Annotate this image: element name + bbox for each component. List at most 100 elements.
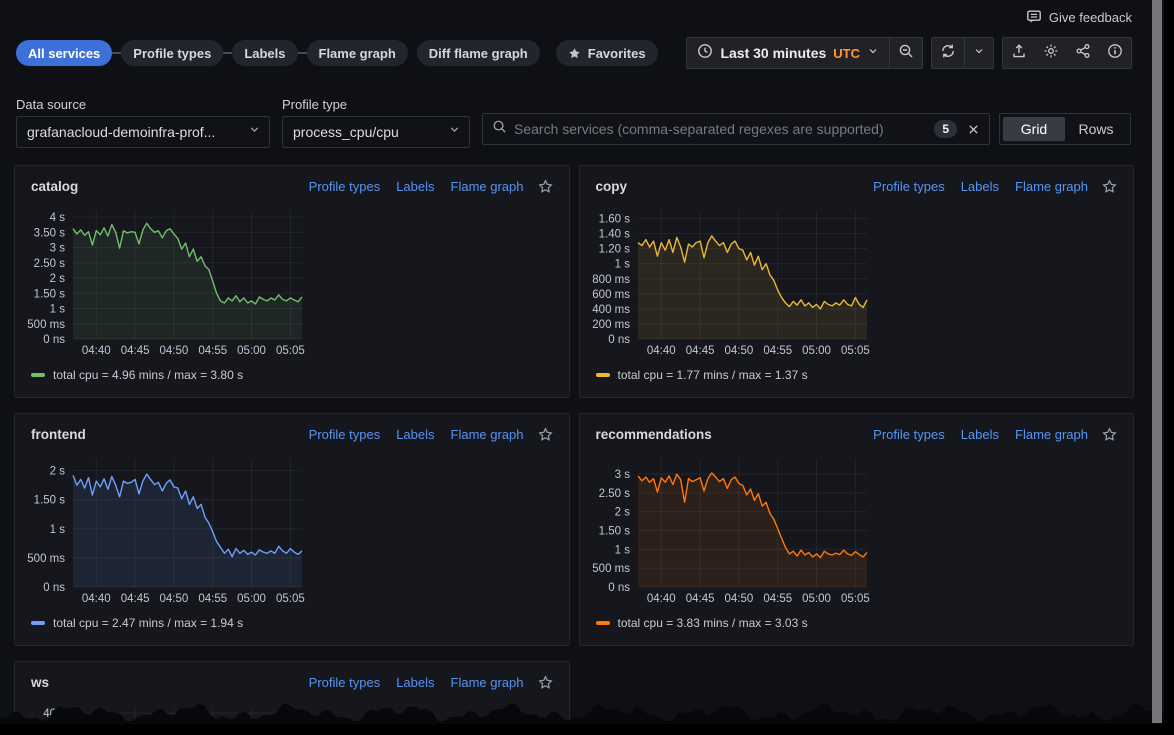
- favorite-star-icon[interactable]: [1102, 427, 1117, 442]
- layout-rows-option[interactable]: Rows: [1065, 117, 1127, 141]
- chart-legend[interactable]: total cpu = 1.77 mins / max = 1.37 s: [596, 368, 1134, 382]
- profile-type-field: Profile type process_cpu/cpu: [282, 97, 470, 148]
- labels-link[interactable]: Labels: [396, 675, 434, 690]
- panel-actions: Profile types Labels Flame graph: [873, 427, 1117, 442]
- svg-text:05:00: 05:00: [802, 345, 831, 357]
- svg-text:800 ms: 800 ms: [592, 274, 630, 286]
- svg-text:05:05: 05:05: [840, 593, 869, 605]
- panels-grid: catalog Profile types Labels Flame graph…: [14, 165, 1134, 735]
- clear-search-button[interactable]: [967, 123, 980, 136]
- time-range-picker[interactable]: Last 30 minutes UTC: [687, 43, 889, 64]
- svg-text:05:00: 05:00: [802, 593, 831, 605]
- svg-text:04:55: 04:55: [763, 593, 792, 605]
- svg-text:05:05: 05:05: [840, 345, 869, 357]
- refresh-button[interactable]: [932, 38, 964, 68]
- legend-series-marker: [31, 373, 45, 377]
- profile-types-link[interactable]: Profile types: [309, 179, 381, 194]
- profile-types-link[interactable]: Profile types: [309, 427, 381, 442]
- settings-button[interactable]: [1035, 38, 1067, 68]
- svg-text:2.50 s: 2.50 s: [598, 488, 630, 500]
- info-button[interactable]: [1099, 38, 1131, 68]
- layout-grid-option[interactable]: Grid: [1003, 117, 1065, 141]
- tab-profile-types[interactable]: Profile types: [121, 40, 223, 66]
- zoom-out-button[interactable]: [890, 38, 922, 68]
- svg-text:1.60 s: 1.60 s: [598, 214, 630, 226]
- svg-text:0 ns: 0 ns: [43, 334, 65, 346]
- vertical-scrollbar[interactable]: [1152, 0, 1162, 723]
- data-source-select[interactable]: grafanacloud-demoinfra-prof...: [16, 116, 270, 148]
- svg-text:05:00: 05:00: [237, 593, 266, 605]
- legend-series-label: total cpu = 2.47 mins / max = 1.94 s: [53, 616, 243, 630]
- flame-graph-link[interactable]: Flame graph: [1015, 179, 1088, 194]
- profile-types-link[interactable]: Profile types: [309, 675, 381, 690]
- svg-text:2.50 s: 2.50 s: [34, 258, 66, 270]
- favorite-star-icon[interactable]: [538, 179, 553, 194]
- timeseries-chart[interactable]: 2 s1.50 s1 s500 ms0 ns04:4004:4504:5004:…: [15, 452, 315, 610]
- tab-diff-flame-graph[interactable]: Diff flame graph: [417, 40, 540, 66]
- tab-all-services[interactable]: All services: [16, 40, 112, 66]
- chevron-down-icon: [867, 44, 879, 62]
- data-source-value: grafanacloud-demoinfra-prof...: [27, 124, 248, 140]
- svg-text:1.20 s: 1.20 s: [598, 244, 630, 256]
- flame-graph-link[interactable]: Flame graph: [451, 427, 524, 442]
- svg-text:04:50: 04:50: [160, 593, 189, 605]
- share-button[interactable]: [1067, 38, 1099, 68]
- labels-link[interactable]: Labels: [961, 427, 999, 442]
- actions-group: [1002, 37, 1132, 69]
- svg-text:500 ms: 500 ms: [592, 563, 630, 575]
- profile-types-link[interactable]: Profile types: [873, 179, 945, 194]
- clock-icon: [697, 43, 713, 64]
- labels-link[interactable]: Labels: [396, 179, 434, 194]
- legend-series-label: total cpu = 3.83 mins / max = 3.03 s: [618, 616, 808, 630]
- labels-link[interactable]: Labels: [396, 427, 434, 442]
- tab-flame-graph[interactable]: Flame graph: [307, 40, 408, 66]
- tab-favorites-label: Favorites: [588, 46, 646, 61]
- data-source-field: Data source grafanacloud-demoinfra-prof.…: [16, 97, 270, 148]
- comment-icon: [1026, 9, 1042, 25]
- favorite-star-icon[interactable]: [538, 675, 553, 690]
- chevron-down-icon: [248, 123, 261, 141]
- svg-text:1 s: 1 s: [50, 304, 66, 316]
- give-feedback-button[interactable]: Give feedback: [1026, 9, 1132, 25]
- panel-title: frontend: [31, 427, 86, 442]
- svg-text:05:00: 05:00: [237, 345, 266, 357]
- time-range-label: Last 30 minutes: [720, 45, 826, 61]
- flame-graph-link[interactable]: Flame graph: [1015, 427, 1088, 442]
- tab-labels[interactable]: Labels: [232, 40, 297, 66]
- profile-type-select[interactable]: process_cpu/cpu: [282, 116, 470, 148]
- svg-text:04:40: 04:40: [82, 345, 111, 357]
- chevron-down-icon: [448, 123, 461, 141]
- chart-legend[interactable]: total cpu = 3.83 mins / max = 3.03 s: [596, 616, 1134, 630]
- timeseries-chart[interactable]: 4 s3.50 s3 s2.50 s2 s1.50 s1 s500 ms0 ns…: [15, 204, 315, 362]
- favorite-star-icon[interactable]: [1102, 179, 1117, 194]
- profile-type-label: Profile type: [282, 97, 470, 112]
- svg-text:500 ms: 500 ms: [27, 319, 65, 331]
- favorite-star-icon[interactable]: [538, 427, 553, 442]
- legend-series-label: total cpu = 4.96 mins / max = 3.80 s: [53, 368, 243, 382]
- export-button[interactable]: [1003, 38, 1035, 68]
- chart-legend[interactable]: total cpu = 4.96 mins / max = 3.80 s: [31, 368, 569, 382]
- svg-text:2 s: 2 s: [50, 466, 66, 478]
- service-panel: frontend Profile types Labels Flame grap…: [14, 413, 570, 646]
- flame-graph-link[interactable]: Flame graph: [451, 675, 524, 690]
- svg-text:1.50 s: 1.50 s: [598, 526, 630, 538]
- labels-link[interactable]: Labels: [961, 179, 999, 194]
- svg-text:1.50 s: 1.50 s: [34, 495, 66, 507]
- chart-legend[interactable]: total cpu = 2.47 mins / max = 1.94 s: [31, 616, 569, 630]
- timeseries-chart[interactable]: 3 s2.50 s2 s1.50 s1 s500 ms0 ns04:4004:4…: [580, 452, 880, 610]
- profile-types-link[interactable]: Profile types: [873, 427, 945, 442]
- svg-text:1 s: 1 s: [614, 544, 630, 556]
- flame-graph-link[interactable]: Flame graph: [451, 179, 524, 194]
- tab-favorites[interactable]: Favorites: [556, 40, 658, 66]
- panel-actions: Profile types Labels Flame graph: [309, 427, 553, 442]
- timezone-label: UTC: [833, 46, 860, 61]
- legend-series-label: total cpu = 1.77 mins / max = 1.37 s: [618, 368, 808, 382]
- partial-render-silhouette: [0, 700, 1164, 726]
- star-icon: [568, 47, 581, 60]
- search-input[interactable]: [514, 121, 934, 137]
- timeseries-chart[interactable]: 1.60 s1.40 s1.20 s1 s800 ms600 ms400 ms2…: [580, 204, 880, 362]
- panel-actions: Profile types Labels Flame graph: [873, 179, 1117, 194]
- refresh-interval-dropdown[interactable]: [965, 38, 993, 68]
- share-alt-icon: [1075, 43, 1091, 64]
- svg-text:0 ns: 0 ns: [608, 582, 630, 594]
